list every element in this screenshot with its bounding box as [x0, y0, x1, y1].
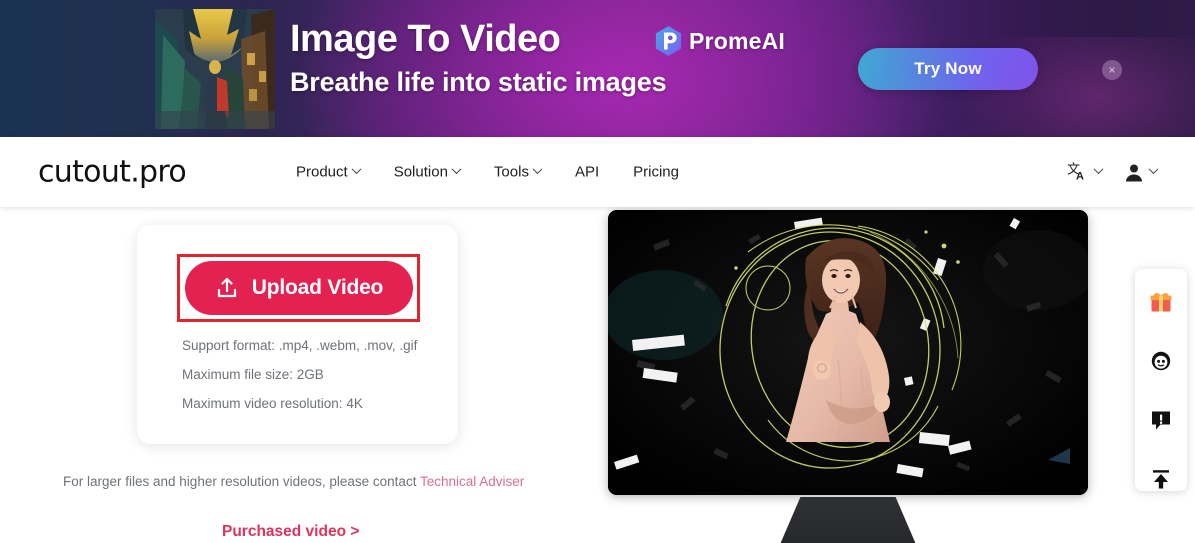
svg-text:A: A: [1076, 171, 1084, 183]
contact-note: For larger files and higher resolution v…: [63, 474, 524, 489]
spec-supported-formats: Support format: .mp4, .webm, .mov, .gif: [182, 338, 418, 353]
promo-banner[interactable]: Image To Video Breathe life into static …: [0, 0, 1195, 137]
chevron-down-icon: [532, 164, 543, 175]
spec-max-file-size: Maximum file size: 2GB: [182, 367, 324, 382]
monitor-stand: [778, 497, 918, 543]
nav-item-solution-label: Solution: [393, 163, 448, 181]
contact-note-text: For larger files and higher resolution v…: [63, 474, 420, 489]
translate-icon: 文 A: [1067, 163, 1084, 183]
user-icon: [1126, 164, 1142, 181]
side-dock: [1135, 269, 1187, 491]
chevron-down-icon: [1148, 164, 1159, 175]
nav-right-actions: 文 A: [1067, 162, 1159, 183]
upload-card: Upload Video Support format: .mp4, .webm…: [137, 225, 458, 444]
video-preview-monitor: [608, 210, 1088, 543]
promo-subtitle: Breathe life into static images: [290, 66, 667, 97]
upload-specs-list: Support format: .mp4, .webm, .mov, .gif …: [182, 338, 417, 411]
technical-adviser-link[interactable]: Technical Adviser: [420, 474, 524, 489]
nav-item-product[interactable]: Product: [296, 163, 362, 181]
chevron-down-icon: [351, 164, 362, 175]
main-navbar: cutout.pro Product Solution Tools API Pr…: [0, 137, 1195, 207]
site-logo[interactable]: cutout.pro: [38, 155, 187, 190]
spec-max-resolution: Maximum video resolution: 4K: [182, 396, 363, 411]
purchased-video-link[interactable]: Purchased video >: [222, 523, 359, 541]
support-face-icon[interactable]: [1148, 348, 1174, 373]
nav-item-pricing-label: Pricing: [633, 163, 679, 181]
nav-item-pricing[interactable]: Pricing: [633, 164, 679, 181]
chevron-down-icon: [451, 164, 462, 175]
promo-thumbnail-image: [155, 9, 275, 129]
feedback-icon[interactable]: [1148, 407, 1174, 432]
close-icon[interactable]: ×: [1102, 60, 1122, 80]
chevron-down-icon: [1093, 164, 1104, 175]
promeai-logo-icon: [655, 26, 682, 56]
nav-item-solution[interactable]: Solution: [393, 163, 462, 181]
nav-links: Product Solution Tools API Pricing: [296, 164, 679, 181]
upload-video-button[interactable]: Upload Video: [184, 261, 413, 315]
promeai-brand-name: PromeAI: [689, 27, 785, 54]
upload-icon: [217, 277, 236, 298]
gift-icon[interactable]: [1148, 289, 1174, 314]
main-content: Upload Video Support format: .mp4, .webm…: [0, 207, 1195, 543]
nav-item-api[interactable]: API: [575, 164, 599, 181]
try-now-button[interactable]: Try Now: [858, 48, 1038, 90]
nav-item-tools[interactable]: Tools: [493, 163, 543, 181]
upload-button-highlight: Upload Video: [177, 254, 420, 322]
promeai-brand: PromeAI: [655, 26, 785, 56]
account-menu[interactable]: [1124, 162, 1159, 182]
language-switcher[interactable]: 文 A: [1067, 162, 1104, 183]
nav-item-api-label: API: [574, 163, 600, 181]
nav-item-tools-label: Tools: [493, 163, 529, 181]
video-preview-screen[interactable]: [608, 210, 1088, 495]
back-to-top-icon[interactable]: [1148, 466, 1174, 491]
nav-item-product-label: Product: [296, 163, 348, 181]
upload-video-button-label: Upload Video: [251, 276, 384, 299]
